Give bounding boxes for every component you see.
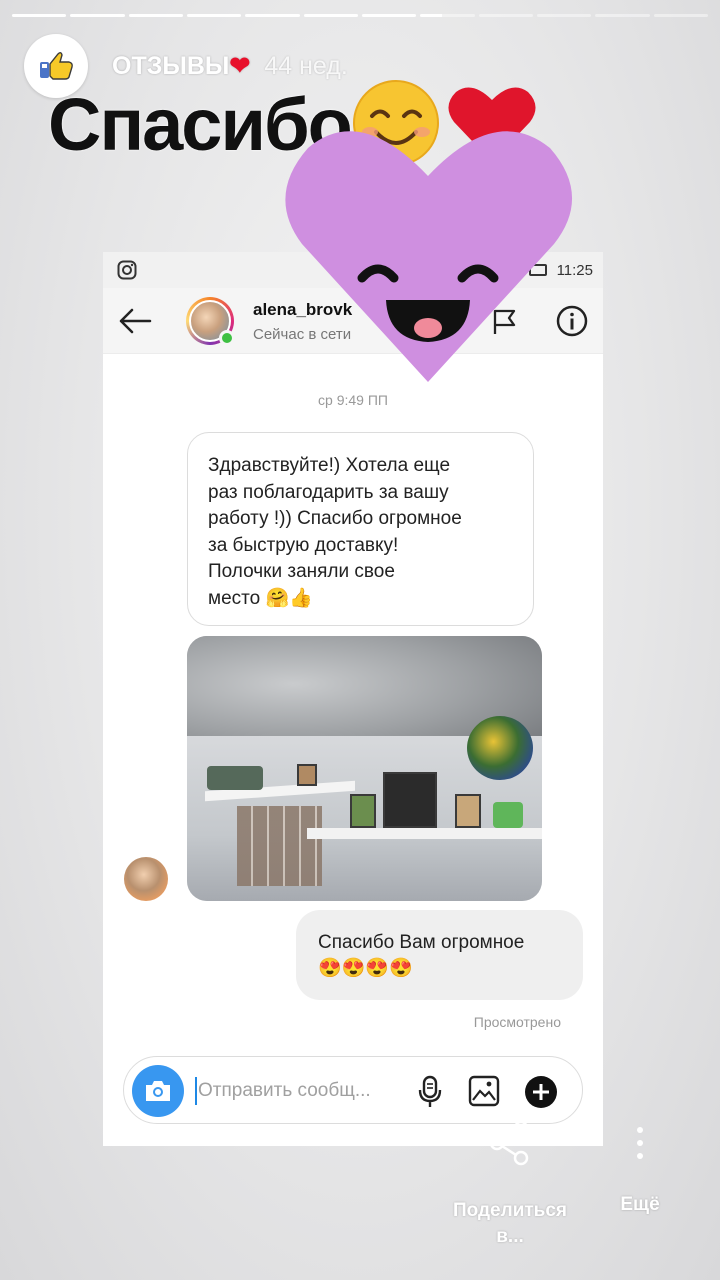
microphone-icon: [418, 1075, 442, 1107]
share-icon: [489, 1120, 529, 1166]
gallery-icon: [468, 1075, 500, 1107]
more-label: Ещё: [620, 1194, 660, 1215]
progress-segment: [303, 14, 358, 17]
incoming-message-bubble: Здравствуйте!) Хотела еще раз поблагодар…: [187, 432, 534, 626]
text-cursor: [195, 1077, 197, 1105]
share-button[interactable]: Поделиться в...: [440, 1120, 580, 1250]
progress-segment: [536, 14, 592, 17]
progress-segment: [653, 14, 708, 17]
add-circle-icon: [525, 1076, 557, 1108]
progress-segment: [478, 14, 533, 17]
progress-segment: [70, 14, 125, 17]
instagram-icon: [117, 260, 137, 280]
more-button[interactable]: Ещё: [610, 1126, 670, 1216]
progress-segment: [361, 14, 417, 17]
camera-button: [132, 1065, 184, 1117]
outgoing-message-bubble: Спасибо Вам огромное 😍😍😍😍: [296, 910, 583, 1000]
heart-eyes-emojis: 😍😍😍😍: [318, 958, 413, 979]
shared-photo: [187, 636, 542, 901]
progress-segment: [12, 14, 67, 17]
message-input: [198, 1075, 404, 1107]
back-arrow-icon: [119, 308, 152, 334]
purple-heart-smile-sticker: [285, 131, 573, 382]
message-composer: [123, 1056, 583, 1124]
share-label: Поделиться в...: [452, 1200, 568, 1247]
red-heart-icon: ❤: [229, 52, 251, 80]
sender-avatar: [124, 857, 168, 901]
seen-indicator: Просмотрено: [473, 1014, 561, 1030]
progress-segment: [245, 14, 300, 17]
progress-segment: [595, 14, 650, 17]
progress-segment: [186, 14, 242, 17]
more-vertical-icon: [637, 1127, 643, 1159]
progress-segment: [420, 14, 475, 17]
online-indicator: [219, 330, 235, 346]
message-timestamp: ср 9:49 ПП: [318, 392, 388, 408]
thumbs-up-icon: [40, 52, 73, 80]
camera-icon: [146, 1081, 170, 1101]
account-name[interactable]: ОТЗЫВЫ❤: [112, 51, 250, 81]
dm-screenshot: 11:25 alena_brovk Сейчас в сети ср 9:49 …: [103, 252, 603, 1146]
outgoing-message-text: Спасибо Вам огромное: [318, 932, 525, 953]
story-age: 44 нед.: [264, 51, 348, 80]
progress-segment: [128, 14, 183, 17]
story-progress-bar: [12, 14, 708, 17]
